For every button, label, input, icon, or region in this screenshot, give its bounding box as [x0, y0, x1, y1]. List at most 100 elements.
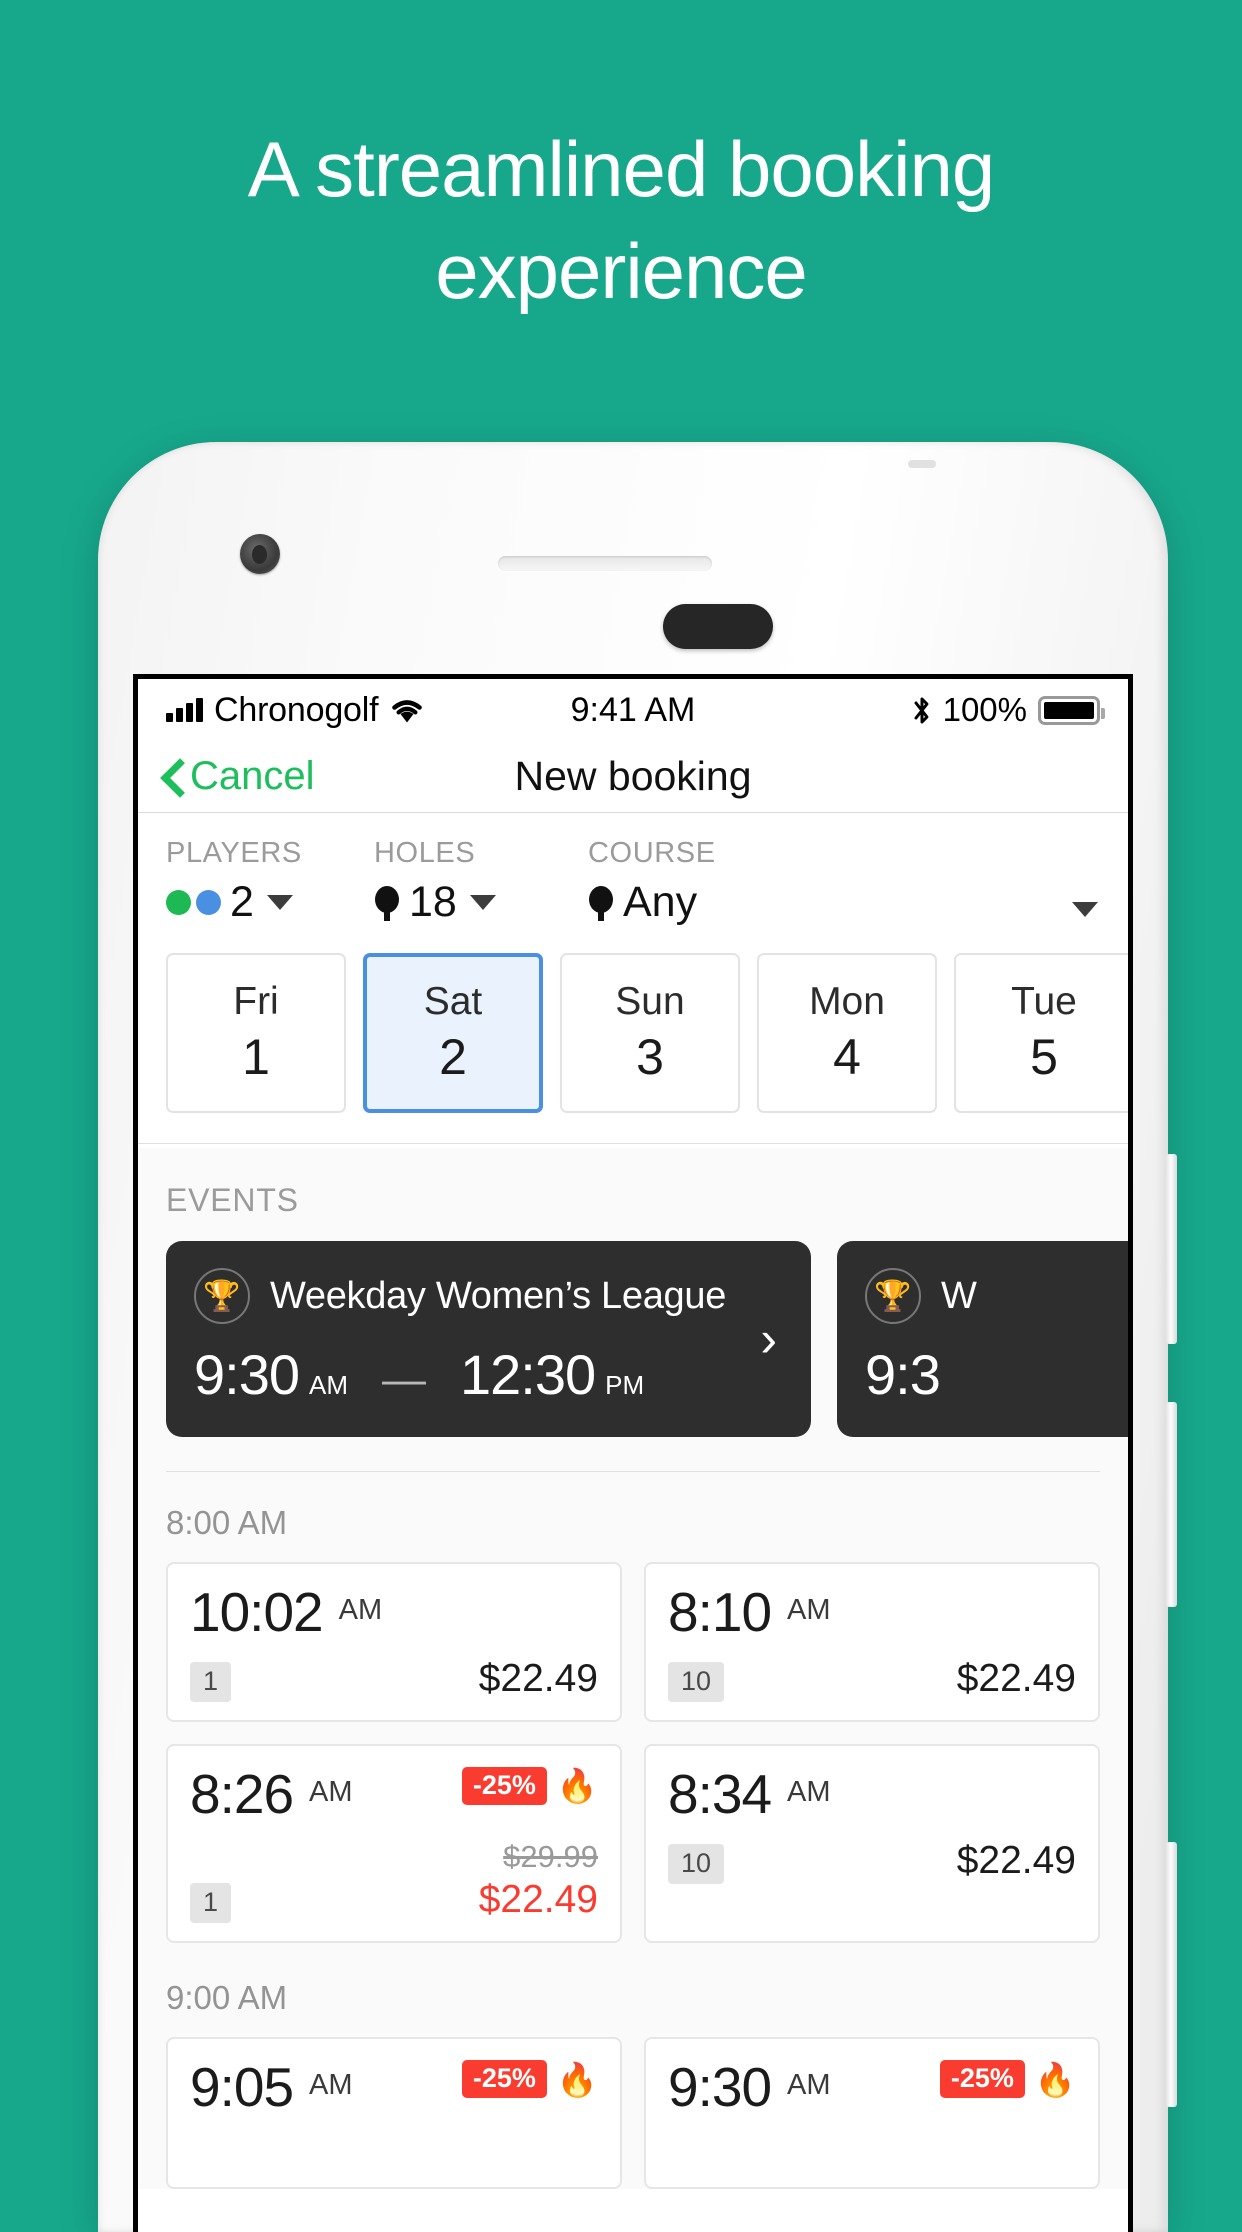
phone-mockup: Chronogolf 9:41 AM 100% Cancel New booki… — [98, 442, 1177, 2232]
navigation-bar: Cancel New booking — [138, 741, 1128, 813]
event-card[interactable]: 🏆 W 9:3 — [837, 1241, 1128, 1437]
flame-icon: 🔥 — [556, 2060, 598, 2098]
filter-course[interactable]: COURSE Any — [588, 837, 1100, 927]
filter-holes-label: HOLES — [374, 837, 476, 869]
players-dots-icon — [166, 890, 221, 915]
tee-time-card[interactable]: 8:34 AM 10 $22.49 — [644, 1743, 1100, 1944]
tee-time-meridiem: AM — [309, 2069, 353, 2102]
volume-down-button[interactable] — [1166, 1402, 1177, 1607]
discount-badge: -25% — [939, 2060, 1025, 2099]
flame-icon: 🔥 — [556, 1767, 598, 1805]
date-card-day: Sat — [423, 980, 483, 1023]
tee-time-value: 8:26 — [190, 1762, 294, 1825]
date-card-number: 1 — [242, 1029, 270, 1085]
tee-time-value: 10:02 — [190, 1581, 324, 1643]
headline-line-2: experience — [435, 227, 808, 315]
date-card-number: 2 — [439, 1029, 467, 1085]
event-end-time: 12:30 — [460, 1343, 596, 1406]
trophy-icon: 🏆 — [865, 1268, 921, 1324]
spots-badge: 10 — [668, 1661, 725, 1702]
date-card[interactable]: Mon 4 — [757, 953, 937, 1113]
golf-tee-icon — [374, 885, 400, 921]
phone-screen: Chronogolf 9:41 AM 100% Cancel New booki… — [133, 674, 1133, 2232]
event-end-meridiem: PM — [605, 1370, 645, 1400]
date-card[interactable]: Tue 5 — [954, 953, 1128, 1113]
event-card[interactable]: 🏆 Weekday Women’s League 9:30 AM — 12:30… — [166, 1241, 811, 1437]
tee-time-meridiem: AM — [787, 1594, 831, 1626]
date-card-day: Mon — [809, 980, 885, 1023]
tee-time-value: 8:34 — [668, 1762, 772, 1825]
filter-holes[interactable]: HOLES 18 — [374, 837, 588, 927]
discount-badge: -25% — [461, 1766, 547, 1805]
filter-course-value: Any — [623, 878, 698, 926]
date-card[interactable]: Sun 3 — [560, 953, 740, 1113]
golf-tee-icon — [588, 885, 614, 921]
volume-up-button[interactable] — [1166, 1154, 1177, 1344]
home-button[interactable] — [663, 604, 773, 649]
tee-time-meridiem: AM — [787, 1775, 831, 1808]
filter-holes-value: 18 — [409, 878, 457, 926]
filter-bar: PLAYERS 2 HOLES 18 COURSE Any Fri 1 Sat … — [138, 813, 1128, 1148]
tee-time-card[interactable]: 9:30 AM -25% 🔥 — [644, 2037, 1100, 2190]
tee-time-row: 9:05 AM -25% 🔥 9:30 AM -25% 🔥 — [166, 2037, 1100, 2190]
power-button[interactable] — [1166, 1842, 1177, 2107]
carrier-label: Chronogolf — [214, 690, 379, 729]
events-section-label: EVENTS — [166, 1182, 299, 1218]
chevron-right-icon[interactable]: › — [760, 1310, 777, 1368]
status-bar: Chronogolf 9:41 AM 100% — [138, 679, 1128, 741]
date-card-number: 5 — [1030, 1029, 1058, 1085]
tee-time-group-label: 9:00 AM — [166, 1979, 288, 2017]
tee-time-price: $22.49 — [478, 1878, 598, 1922]
tee-time-group: 9:00 AM 9:05 AM -25% 🔥 9:30 AM -25% 🔥 — [138, 1943, 1128, 2190]
date-card-selected[interactable]: Sat 2 — [363, 953, 543, 1113]
date-selector[interactable]: Fri 1 Sat 2 Sun 3 Mon 4 Tue 5 — [138, 927, 1128, 1144]
battery-percent-label: 100% — [942, 691, 1027, 728]
tee-time-card[interactable]: 9:05 AM -25% 🔥 — [166, 2037, 622, 2190]
tee-time-price: $22.49 — [956, 1838, 1076, 1882]
filter-players-label: PLAYERS — [166, 837, 302, 869]
headline-line-1: A streamlined booking — [247, 125, 995, 213]
battery-full-icon — [1038, 695, 1105, 725]
bluetooth-icon — [914, 697, 929, 723]
date-card-number: 4 — [833, 1029, 861, 1085]
tee-time-value: 9:05 — [190, 2056, 294, 2119]
tee-time-group: 8:00 AM 10:02 AM 1 $22.49 8:10 AM 10 $22… — [138, 1472, 1128, 1944]
events-carousel[interactable]: 🏆 Weekday Women’s League 9:30 AM — 12:30… — [138, 1241, 1128, 1437]
flame-icon: 🔥 — [1034, 2060, 1076, 2098]
date-card-day: Fri — [233, 980, 279, 1023]
status-bar-right: 100% — [912, 691, 1105, 729]
tee-time-meridiem: AM — [787, 2069, 831, 2102]
status-bar-left: Chronogolf — [166, 691, 425, 730]
tee-time-meridiem: AM — [338, 1594, 383, 1626]
promo-headline: A streamlined booking experience — [0, 118, 1242, 322]
chevron-down-icon — [266, 895, 293, 910]
tee-time-card[interactable]: 8:10 AM 10 $22.49 — [644, 1562, 1100, 1722]
booking-content: EVENTS 🏆 Weekday Women’s League 9:30 AM … — [138, 1148, 1128, 2190]
tee-time-price: $22.49 — [478, 1657, 598, 1700]
tee-time-meridiem: AM — [309, 1775, 353, 1808]
filter-players[interactable]: PLAYERS 2 — [166, 837, 374, 927]
tee-time-price: $22.49 — [956, 1657, 1076, 1700]
event-start-time: 9:30 — [194, 1343, 300, 1406]
spots-badge: 1 — [190, 1883, 232, 1924]
tee-time-card[interactable]: 8:26 AM -25% 🔥 1 $29.99 $22.49 — [166, 1743, 622, 1944]
chevron-down-icon[interactable] — [1072, 902, 1098, 917]
filter-players-value: 2 — [230, 878, 254, 926]
date-card[interactable]: Fri 1 — [166, 953, 346, 1113]
date-card-day: Sun — [615, 980, 685, 1023]
chevron-down-icon — [469, 895, 496, 910]
tee-time-value: 8:10 — [668, 1581, 772, 1643]
event-name: Weekday Women’s League — [270, 1274, 727, 1317]
event-start-meridiem: AM — [309, 1370, 348, 1400]
tee-time-card[interactable]: 10:02 AM 1 $22.49 — [166, 1562, 622, 1722]
event-name: W — [941, 1274, 977, 1317]
event-start-time: 9:3 — [865, 1343, 941, 1406]
tee-time-value: 9:30 — [668, 2056, 772, 2119]
tee-time-old-price: $29.99 — [503, 1838, 598, 1874]
wifi-icon — [392, 699, 423, 722]
earpiece-speaker — [498, 556, 712, 571]
cancel-button[interactable]: Cancel — [162, 754, 315, 799]
front-camera-icon — [240, 534, 280, 574]
discount-badge: -25% — [461, 2060, 547, 2099]
trophy-icon: 🏆 — [194, 1268, 250, 1324]
